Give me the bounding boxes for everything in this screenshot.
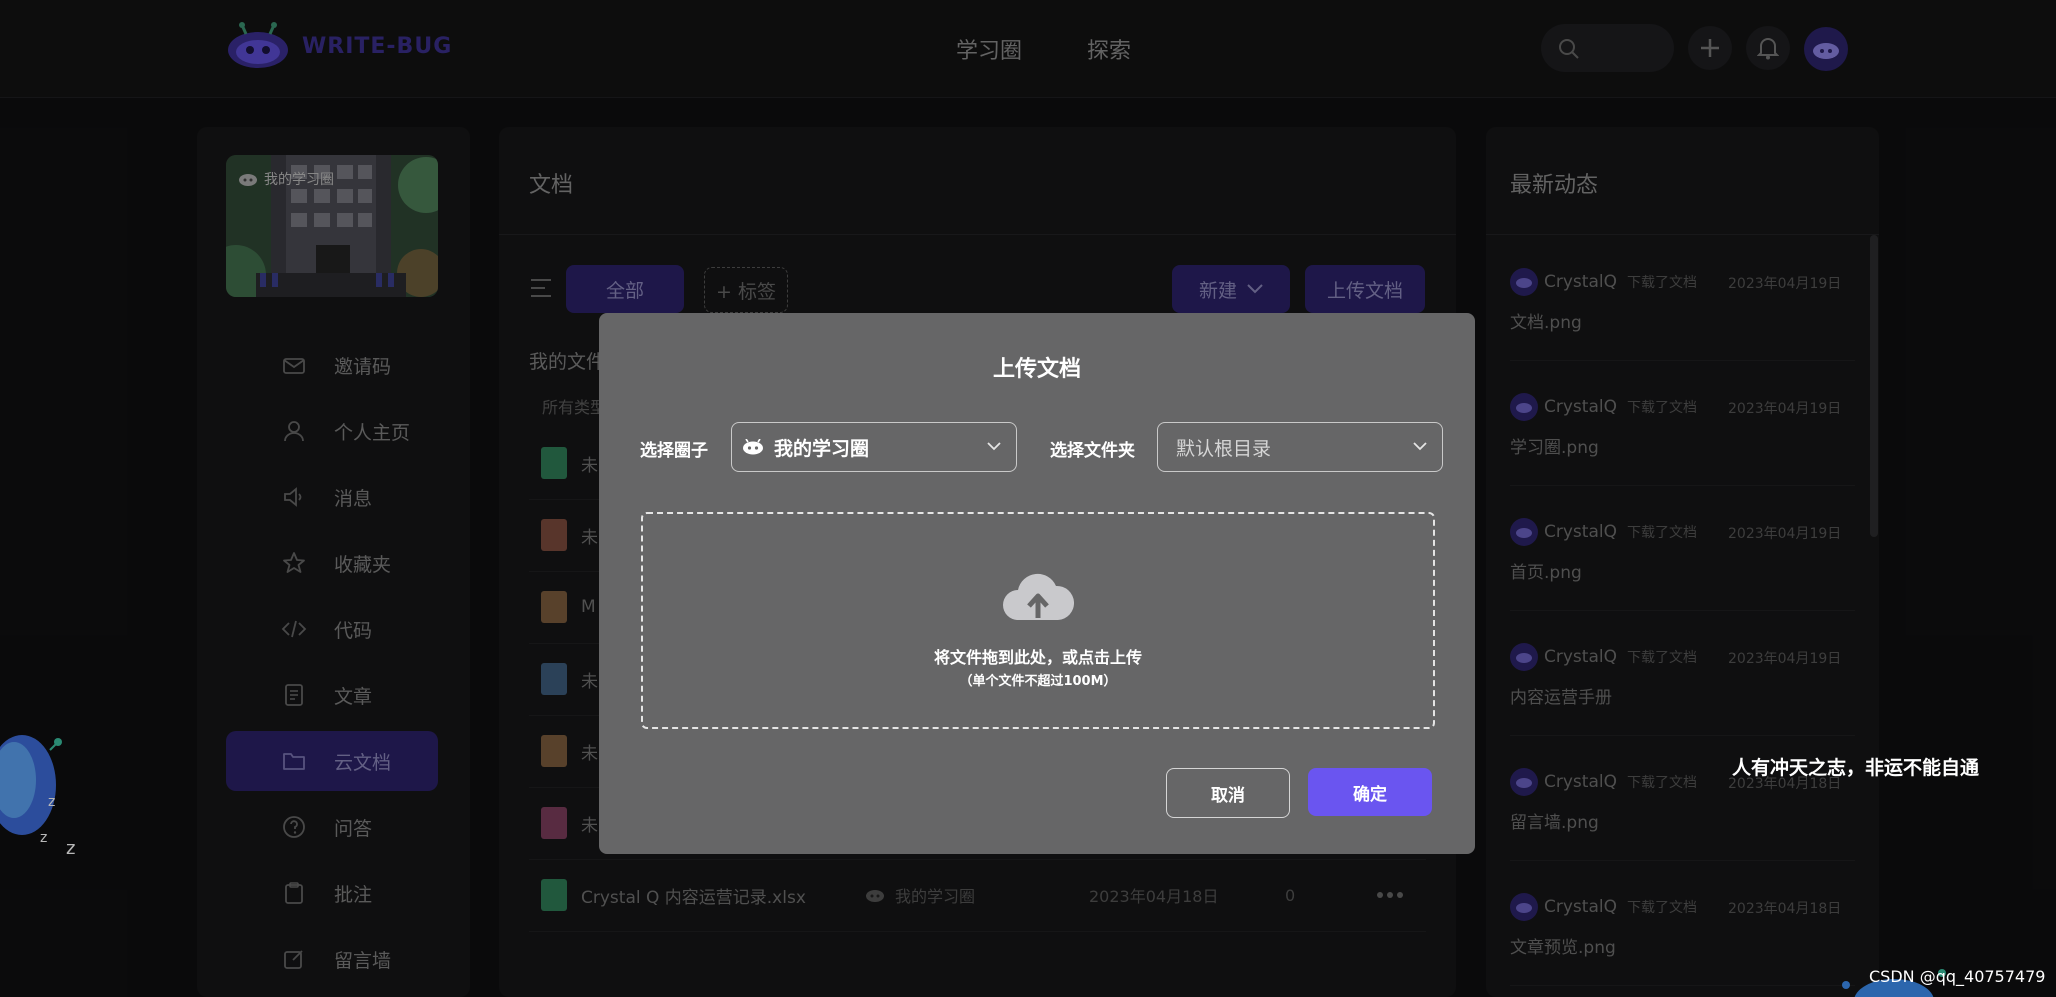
chevron-down-icon — [1413, 442, 1427, 451]
circle-select[interactable]: 我的学习圈 — [731, 422, 1017, 472]
dialog-title: 上传文档 — [992, 357, 1081, 382]
dropzone-instruction: 将文件拖到此处，或点击上传 — [933, 648, 1142, 667]
dropzone-hint: （单个文件不超过100M） — [959, 674, 1117, 689]
cancel-button[interactable]: 取消 — [1166, 768, 1290, 818]
file-dropzone[interactable]: 将文件拖到此处，或点击上传 （单个文件不超过100M） — [641, 512, 1435, 729]
folder-select[interactable]: 默认根目录 — [1157, 422, 1443, 472]
confirm-button[interactable]: 确定 — [1308, 768, 1432, 816]
cloud-upload-icon — [1003, 573, 1074, 620]
mascot-icon — [743, 439, 763, 455]
folder-select-value: 默认根目录 — [1176, 437, 1272, 460]
upload-dialog: 上传文档 选择圈子 我的学习圈 选择文件夹 默认根目录 将文件拖到此处，或点击上… — [599, 313, 1475, 854]
chevron-down-icon — [987, 442, 1001, 451]
circle-select-value: 我的学习圈 — [774, 437, 870, 460]
floating-quote: 人有冲天之志，非运不能自通 — [1732, 757, 1980, 779]
folder-field-label: 选择文件夹 — [1050, 441, 1135, 461]
circle-field-label: 选择圈子 — [640, 441, 708, 461]
csdn-watermark: CSDN @qq_40757479 — [1869, 967, 2046, 986]
